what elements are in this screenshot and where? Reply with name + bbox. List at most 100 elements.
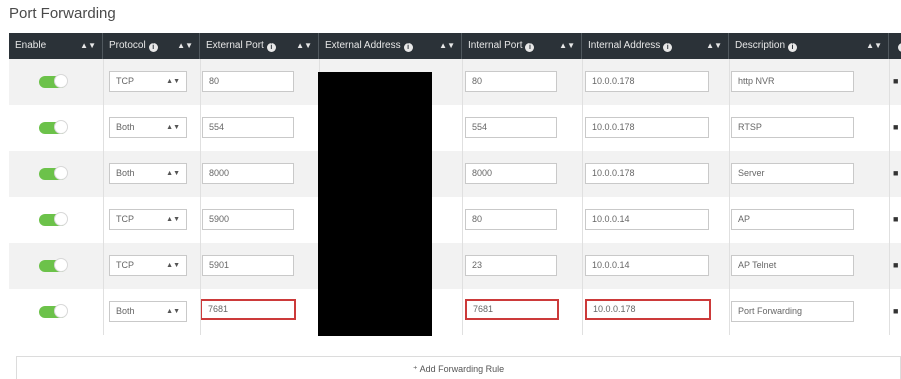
protocol-select[interactable]: Both ▲▼ <box>109 117 187 138</box>
external-port-input[interactable]: 80 <box>202 71 294 92</box>
sort-icon[interactable]: ▲▼ <box>296 33 312 59</box>
enable-toggle[interactable] <box>39 74 68 88</box>
select-arrow-icon: ▲▼ <box>166 170 180 177</box>
internal-address-input[interactable]: 10.0.0.178 <box>585 117 709 138</box>
table-row: TCP ▲▼ 5901 23 10.0.0.14 AP Telnet ■ <box>9 243 901 289</box>
table-row: TCP ▲▼ 80 80 10.0.0.178 http NVR ■ <box>9 59 901 105</box>
toggle-knob <box>54 212 68 226</box>
sort-icon[interactable]: ▲▼ <box>80 33 96 59</box>
internal-address-input[interactable]: 10.0.0.14 <box>585 209 709 230</box>
internal-address-input[interactable]: 10.0.0.14 <box>585 255 709 276</box>
toggle-knob <box>54 304 68 318</box>
info-icon[interactable]: i <box>663 43 673 52</box>
col-enable-header[interactable]: Enable ▲▼ <box>9 33 103 59</box>
protocol-select[interactable]: TCP ▲▼ <box>109 255 187 276</box>
col-external-port-header[interactable]: External Port i ▲▼ <box>200 33 319 59</box>
internal-port-input[interactable]: 80 <box>465 209 557 230</box>
internal-address-input[interactable]: 10.0.0.178 <box>585 163 709 184</box>
trash-icon[interactable]: ■ <box>893 168 898 178</box>
external-port-input[interactable]: 7681 <box>200 299 296 320</box>
external-port-input[interactable]: 554 <box>202 117 294 138</box>
external-port-input[interactable]: 5901 <box>202 255 294 276</box>
sort-icon[interactable]: ▲▼ <box>177 33 193 59</box>
trash-icon[interactable]: ■ <box>893 306 898 316</box>
col-label: Internal Address <box>588 40 661 51</box>
info-icon[interactable]: i <box>403 43 413 52</box>
add-forwarding-rule-button[interactable]: ⁺ Add Forwarding Rule <box>16 356 901 379</box>
internal-port-input[interactable]: 8000 <box>465 163 557 184</box>
col-actions-header: i <box>889 33 901 59</box>
select-arrow-icon: ▲▼ <box>166 262 180 269</box>
trash-icon[interactable]: ■ <box>893 214 898 224</box>
protocol-value: Both <box>116 168 135 178</box>
column-divider <box>200 59 201 335</box>
redacted-external-address <box>318 72 432 336</box>
protocol-value: Both <box>116 122 135 132</box>
col-label: External Port <box>206 40 264 51</box>
internal-address-input[interactable]: 10.0.0.178 <box>585 299 711 320</box>
internal-port-input[interactable]: 23 <box>465 255 557 276</box>
internal-port-input[interactable]: 80 <box>465 71 557 92</box>
page-title: Port Forwarding <box>9 5 116 22</box>
col-internal-port-header[interactable]: Internal Port i ▲▼ <box>462 33 582 59</box>
description-input[interactable]: http NVR <box>731 71 854 92</box>
protocol-select[interactable]: Both ▲▼ <box>109 163 187 184</box>
enable-toggle[interactable] <box>39 304 68 318</box>
enable-toggle[interactable] <box>39 258 68 272</box>
info-icon[interactable]: i <box>266 43 276 52</box>
info-icon[interactable]: i <box>788 43 798 52</box>
col-label: Description <box>735 40 786 51</box>
table-row: Both ▲▼ 554 554 10.0.0.178 RTSP ■ <box>9 105 901 151</box>
column-divider <box>103 59 104 335</box>
description-input[interactable]: RTSP <box>731 117 854 138</box>
toggle-knob <box>54 258 68 272</box>
internal-port-input[interactable]: 554 <box>465 117 557 138</box>
protocol-value: TCP <box>116 214 134 224</box>
protocol-select[interactable]: TCP ▲▼ <box>109 71 187 92</box>
internal-address-input[interactable]: 10.0.0.178 <box>585 71 709 92</box>
column-divider <box>462 59 463 335</box>
table-header: Enable ▲▼ Protocol i ▲▼ External Port i ▲▼… <box>9 33 901 59</box>
sort-icon[interactable]: ▲▼ <box>439 33 455 59</box>
column-divider <box>729 59 730 335</box>
description-input[interactable]: Server <box>731 163 854 184</box>
sort-icon[interactable]: ▲▼ <box>706 33 722 59</box>
select-arrow-icon: ▲▼ <box>166 78 180 85</box>
protocol-value: TCP <box>116 76 134 86</box>
col-label: Enable <box>15 40 47 51</box>
toggle-knob <box>54 120 68 134</box>
description-input[interactable]: AP <box>731 209 854 230</box>
sort-icon[interactable]: ▲▼ <box>866 33 882 59</box>
description-input[interactable]: Port Forwarding <box>731 301 854 322</box>
external-port-input[interactable]: 8000 <box>202 163 294 184</box>
enable-toggle[interactable] <box>39 120 68 134</box>
description-input[interactable]: AP Telnet <box>731 255 854 276</box>
trash-icon[interactable]: ■ <box>893 122 898 132</box>
info-icon[interactable]: i <box>148 43 158 52</box>
protocol-value: Both <box>116 306 135 316</box>
table-row: Both ▲▼ 7681 7681 10.0.0.178 Port Forward… <box>9 289 901 335</box>
external-port-input[interactable]: 5900 <box>202 209 294 230</box>
column-divider <box>889 59 890 335</box>
protocol-value: TCP <box>116 260 134 270</box>
add-rule-label: Add Forwarding Rule <box>419 364 505 374</box>
table-row: Both ▲▼ 8000 8000 10.0.0.178 Server ■ <box>9 151 901 197</box>
select-arrow-icon: ▲▼ <box>166 308 180 315</box>
protocol-select[interactable]: Both ▲▼ <box>109 301 187 322</box>
trash-icon[interactable]: ■ <box>893 260 898 270</box>
select-arrow-icon: ▲▼ <box>166 216 180 223</box>
trash-icon[interactable]: ■ <box>893 76 898 86</box>
info-icon[interactable]: i <box>525 43 535 52</box>
internal-port-input[interactable]: 7681 <box>465 299 559 320</box>
enable-toggle[interactable] <box>39 212 68 226</box>
col-internal-address-header[interactable]: Internal Address i ▲▼ <box>582 33 729 59</box>
enable-toggle[interactable] <box>39 166 68 180</box>
plus-icon: ⁺ <box>412 364 420 374</box>
sort-icon[interactable]: ▲▼ <box>559 33 575 59</box>
protocol-select[interactable]: TCP ▲▼ <box>109 209 187 230</box>
col-description-header[interactable]: Description i ▲▼ <box>729 33 889 59</box>
column-divider <box>582 59 583 335</box>
col-label: Internal Port <box>468 40 523 51</box>
col-protocol-header[interactable]: Protocol i ▲▼ <box>103 33 200 59</box>
col-external-address-header[interactable]: External Address i ▲▼ <box>319 33 462 59</box>
